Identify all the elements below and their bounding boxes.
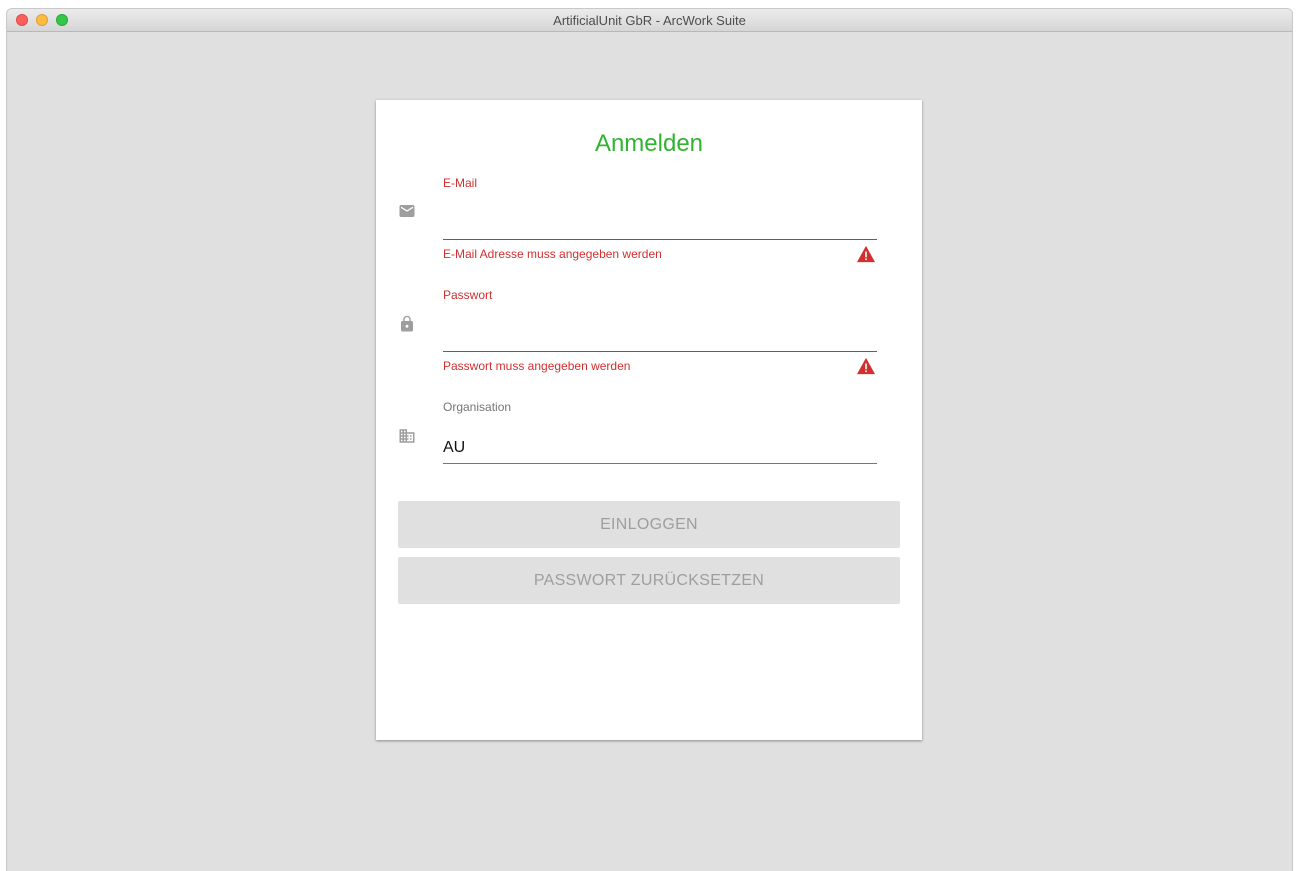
building-icon xyxy=(398,427,416,445)
email-warning-icon xyxy=(856,245,876,263)
organisation-label: Organisation xyxy=(443,400,512,414)
app-window: ArtificialUnit GbR - ArcWork Suite Anmel… xyxy=(7,9,1292,871)
email-input[interactable] xyxy=(443,210,877,238)
login-title: Anmelden xyxy=(594,130,704,157)
password-input[interactable] xyxy=(443,322,877,350)
lock-icon xyxy=(398,315,416,333)
reset-password-button[interactable]: PASSWORT ZURÜCKSETZEN xyxy=(398,557,900,604)
email-label: E-Mail xyxy=(443,176,478,190)
password-underline xyxy=(443,351,877,352)
email-underline xyxy=(443,239,877,240)
title-bar[interactable]: ArtificialUnit GbR - ArcWork Suite xyxy=(7,9,1292,32)
password-warning-icon xyxy=(856,357,876,375)
login-button[interactable]: EINLOGGEN xyxy=(398,501,900,548)
password-error-message: Passwort muss angegeben werden xyxy=(443,359,631,373)
organisation-underline xyxy=(443,463,877,464)
email-error-message: E-Mail Adresse muss angegeben werden xyxy=(443,247,662,261)
login-card: Anmelden E-Mail E-Mail Adresse muss ange… xyxy=(376,100,922,740)
window-title: ArtificialUnit GbR - ArcWork Suite xyxy=(553,13,746,28)
organisation-input[interactable] xyxy=(443,434,877,462)
password-label: Passwort xyxy=(443,288,493,302)
email-icon xyxy=(398,202,416,220)
